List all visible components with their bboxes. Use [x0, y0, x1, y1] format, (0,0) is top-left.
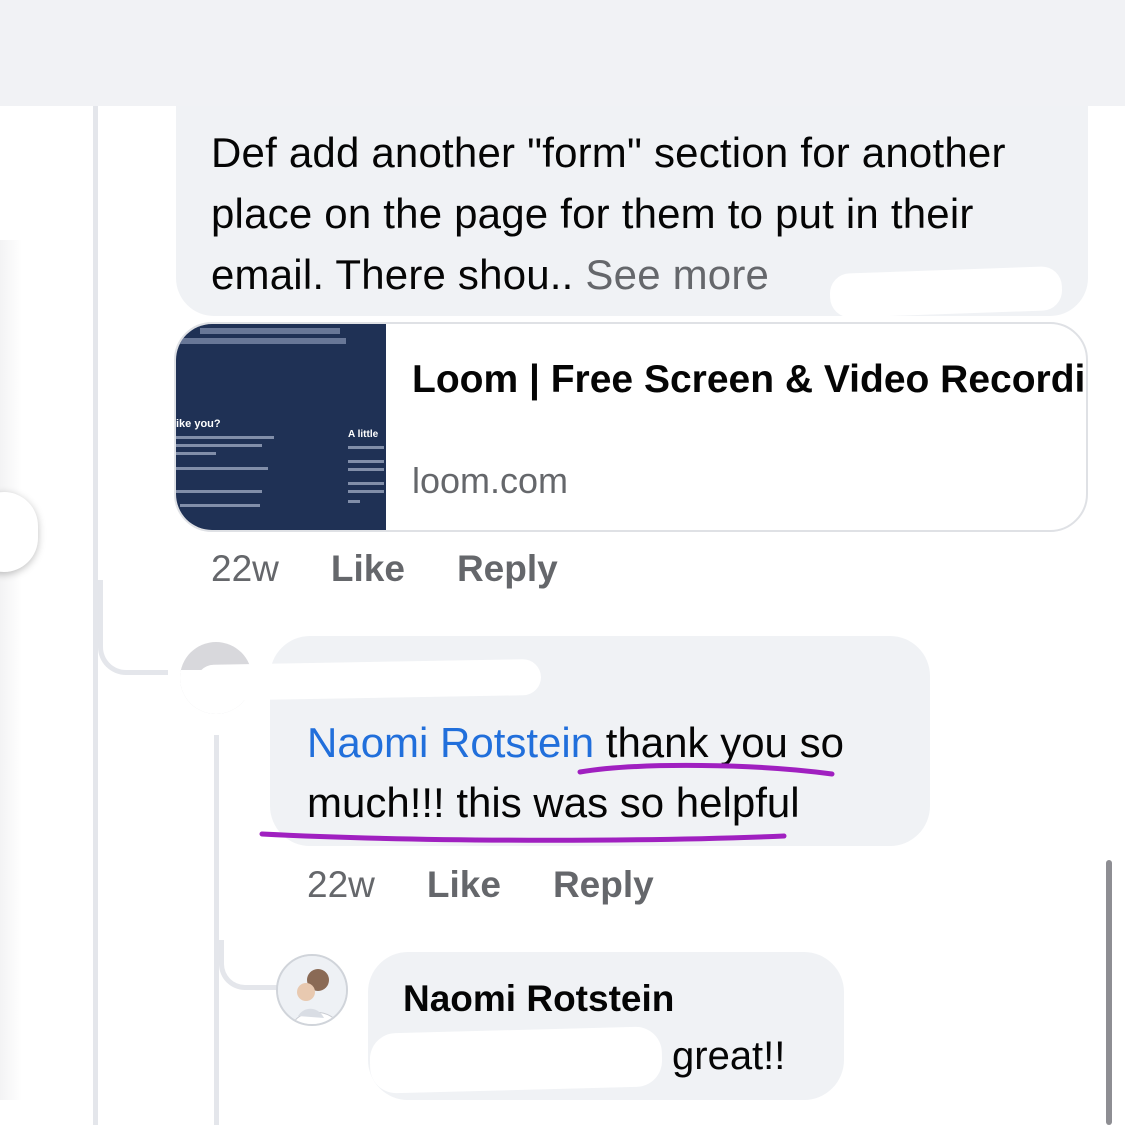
reply-text: Naomi Rotstein thank you so much!!! this…	[307, 713, 907, 833]
comment-actions: 22w Like Reply	[211, 548, 558, 590]
see-more-link[interactable]: See more	[585, 251, 769, 298]
thumbnail-heading: ike you?	[176, 418, 221, 430]
nested-reply-author[interactable]: Naomi Rotstein	[403, 978, 674, 1020]
top-bar	[0, 0, 1125, 106]
link-preview-card[interactable]: ike you? A little Loom | Free Screen & V…	[174, 322, 1088, 532]
left-panel-edge	[0, 240, 22, 1100]
thread-connector-nested	[219, 940, 277, 990]
reply-button[interactable]: Reply	[457, 548, 558, 590]
redaction-mark	[195, 658, 542, 702]
avatar-photo-icon	[278, 956, 346, 1024]
reply-timestamp: 22w	[307, 864, 375, 905]
nested-reply-text: great!!	[672, 1034, 786, 1078]
reply-actions: 22w Like Reply	[307, 864, 654, 906]
mention-link[interactable]: Naomi Rotstein	[307, 719, 594, 766]
redaction-mark	[829, 265, 1063, 319]
redaction-mark	[369, 1026, 663, 1094]
link-preview-domain: loom.com	[412, 460, 569, 501]
thread-line-nested	[214, 735, 219, 1125]
avatar[interactable]	[276, 954, 348, 1026]
comment-timestamp: 22w	[211, 548, 279, 589]
like-button[interactable]: Like	[427, 864, 501, 906]
link-preview-title: Loom | Free Screen & Video Recording Sof…	[412, 358, 1086, 401]
like-button[interactable]: Like	[331, 548, 405, 590]
reply-button[interactable]: Reply	[553, 864, 654, 906]
scrollbar[interactable]	[1106, 860, 1112, 1125]
thumbnail-heading-2: A little	[348, 429, 379, 440]
panel-drag-handle[interactable]	[0, 492, 38, 572]
link-preview-thumbnail: ike you? A little	[176, 324, 386, 530]
thread-connector	[98, 580, 168, 675]
